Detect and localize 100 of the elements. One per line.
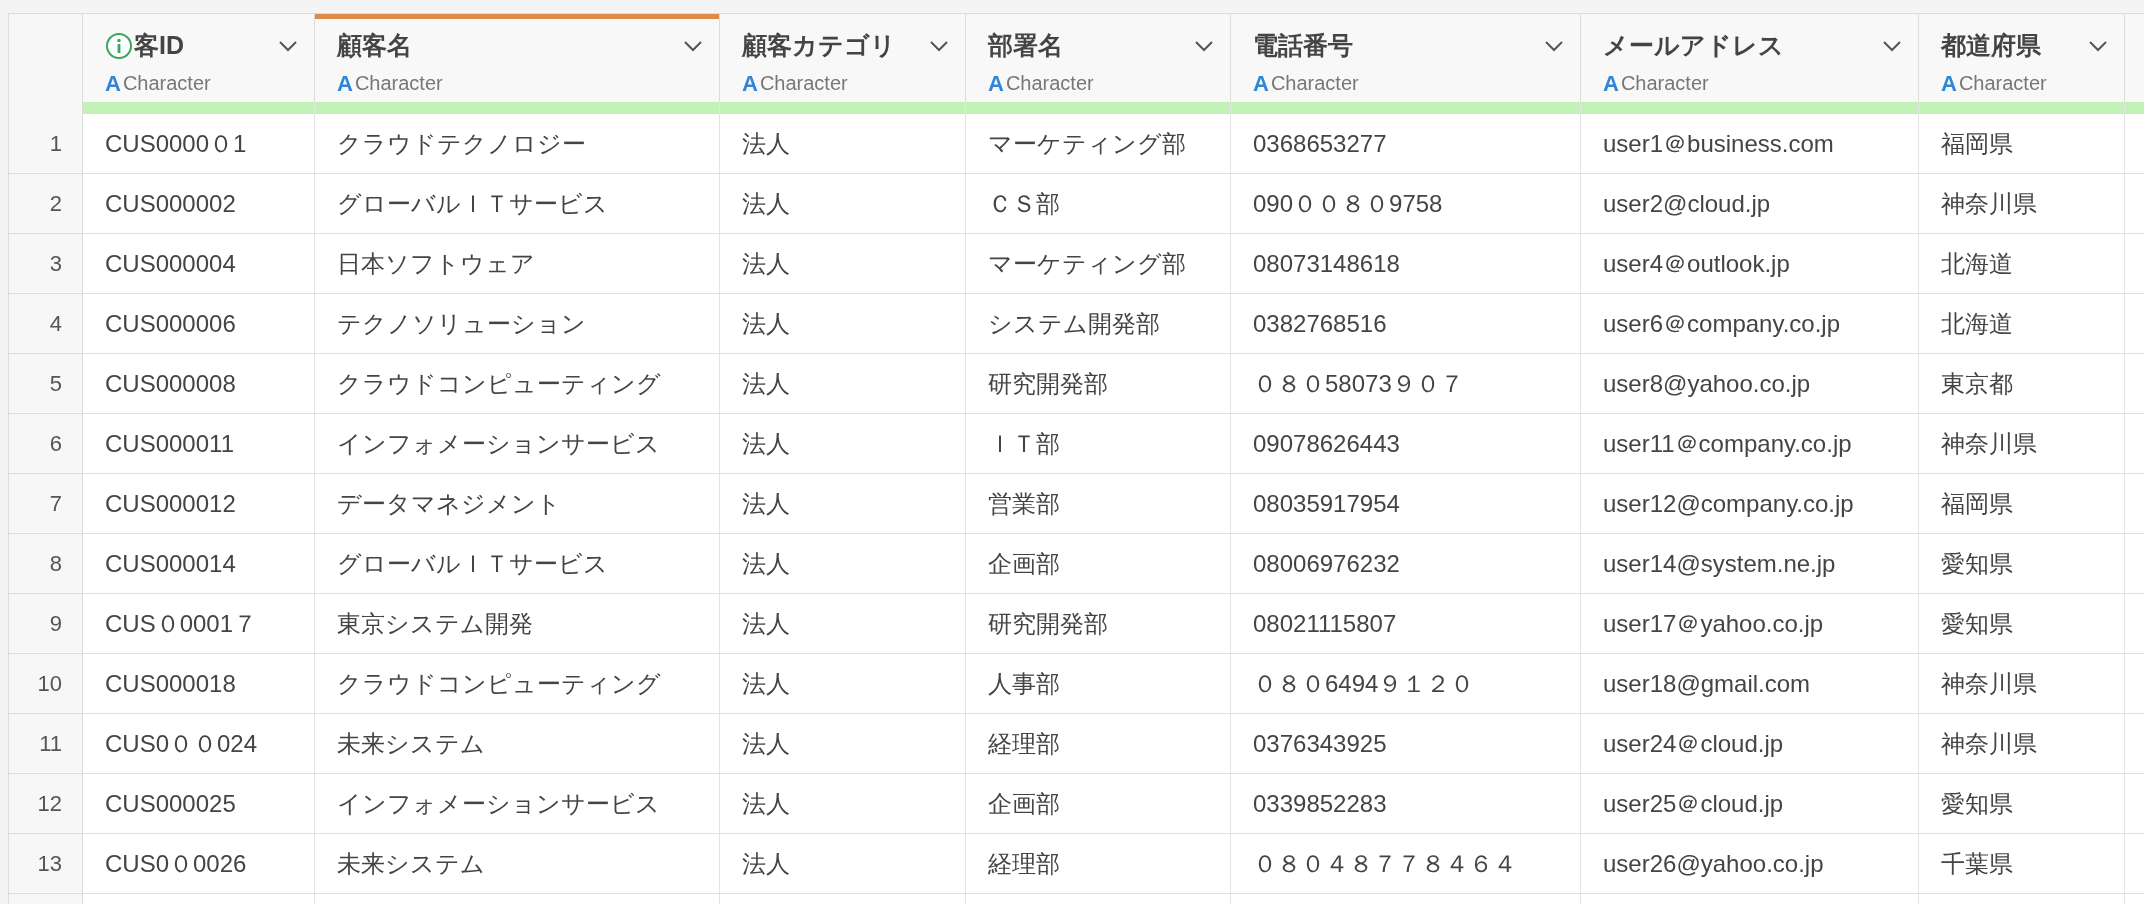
column-type: Character — [1620, 71, 1709, 96]
table-cell: 経理部 — [966, 834, 1231, 893]
column-header[interactable]: 部署名 ACharacter — [966, 14, 1231, 102]
table-cell: 研究開発部 — [966, 354, 1231, 413]
table-cell: 法人 — [720, 654, 966, 713]
table-cell: 08021115807 — [1231, 594, 1581, 653]
table-cell: 福岡県 — [1919, 474, 2125, 533]
row-number: 7 — [9, 474, 83, 533]
row-number: 6 — [9, 414, 83, 473]
table-cell: 08073148618 — [1231, 234, 1581, 293]
type-icon: A — [337, 66, 353, 100]
table-cell: 法人 — [720, 114, 966, 173]
column-title: 顧客カテゴリ — [742, 30, 896, 61]
column-type: Character — [1958, 71, 2047, 96]
table-cell: 愛知県 — [1919, 774, 2125, 833]
table-cell: user6＠company.co.jp — [1581, 294, 1919, 353]
table-cell: データマネジメント — [315, 474, 720, 533]
table-cell: 法人 — [720, 294, 966, 353]
table-cell: CUS0０0026 — [83, 834, 315, 893]
table-cell: ＩＴ部 — [966, 414, 1231, 473]
type-icon: A — [105, 66, 121, 100]
table-cell: 企画部 — [966, 774, 1231, 833]
table-cell: user14@system.ne.jp — [1581, 534, 1919, 593]
table-cell: CUS000012 — [83, 474, 315, 533]
table-cell: マーケティング部 — [966, 114, 1231, 173]
table-cell: クラウドコンピューティング — [315, 654, 720, 713]
table-cell: user18@gmail.com — [1581, 654, 1919, 713]
column-title: 顧客名 — [337, 30, 412, 61]
table-cell: ０８０6494９１２０ — [1231, 654, 1581, 713]
table-cell: テクノソリューション — [315, 294, 720, 353]
table-cell: 未来システム — [315, 714, 720, 773]
type-icon: A — [1941, 66, 1957, 100]
table-cell: user24＠cloud.jp — [1581, 714, 1919, 773]
row-number: 8 — [9, 534, 83, 593]
table-cell: user1＠business.com — [1581, 114, 1919, 173]
column-header[interactable]: 都道府県 ACharacter — [1919, 14, 2125, 102]
column-title: 都道府県 — [1941, 30, 2041, 61]
table-cell: 営業部 — [966, 474, 1231, 533]
table-cell: 法人 — [720, 714, 966, 773]
table-cell: CUS000025 — [83, 774, 315, 833]
column-header[interactable]: 電話番号 ACharacter — [1231, 14, 1581, 102]
row-number: 1 — [9, 114, 83, 173]
table-cell: CUS000014 — [83, 534, 315, 593]
table-cell: CUS０0001７ — [83, 594, 315, 653]
table-cell: ０８０58073９０７ — [1231, 354, 1581, 413]
table-cell: インフォメーションサービス — [315, 414, 720, 473]
row-number: 4 — [9, 294, 83, 353]
table-cell: CUS0000０1 — [83, 114, 315, 173]
table-cell: user26@yahoo.co.jp — [1581, 834, 1919, 893]
table-cell: user17＠yahoo.co.jp — [1581, 594, 1919, 653]
table-cell: user8@yahoo.co.jp — [1581, 354, 1919, 413]
table-cell: CUS000008 — [83, 354, 315, 413]
table-cell: システム開発部 — [966, 294, 1231, 353]
table-cell: 08006976232 — [1231, 534, 1581, 593]
column-type: Character — [122, 71, 211, 96]
table-cell: CUS000018 — [83, 654, 315, 713]
table-cell: 0382768516 — [1231, 294, 1581, 353]
table-cell: 日本ソフトウェア — [315, 234, 720, 293]
type-icon: A — [1603, 66, 1619, 100]
table-cell: CUS000002 — [83, 174, 315, 233]
row-number: 10 — [9, 654, 83, 713]
column-header[interactable]: 客ID ACharacter — [83, 14, 315, 102]
table-cell: 法人 — [720, 234, 966, 293]
table-cell: 人事部 — [966, 654, 1231, 713]
row-number: 12 — [9, 774, 83, 833]
table-cell: CUS000006 — [83, 294, 315, 353]
column-title: 部署名 — [988, 30, 1063, 61]
table-cell: 神奈川県 — [1919, 174, 2125, 233]
row-number: 9 — [9, 594, 83, 653]
row-number: 13 — [9, 834, 83, 893]
column-header[interactable]: 顧客名 ACharacter — [315, 14, 720, 102]
table-cell: グローバルＩＴサービス — [315, 174, 720, 233]
table-cell: ＣＳ部 — [966, 174, 1231, 233]
table-cell: マーケティング部 — [966, 234, 1231, 293]
table-cell: 法人 — [720, 594, 966, 653]
table-cell: 経理部 — [966, 714, 1231, 773]
column-type: Character — [1270, 71, 1359, 96]
table-cell: 法人 — [720, 354, 966, 413]
table-cell: 研究開発部 — [966, 594, 1231, 653]
table-cell: 法人 — [720, 774, 966, 833]
table-cell: 未来システム — [315, 834, 720, 893]
table-cell: 法人 — [720, 534, 966, 593]
table-cell: 千葉県 — [1919, 834, 2125, 893]
table-cell: 神奈川県 — [1919, 714, 2125, 773]
row-number: 2 — [9, 174, 83, 233]
row-number: 3 — [9, 234, 83, 293]
type-icon: A — [1253, 66, 1269, 100]
table-cell: 法人 — [720, 414, 966, 473]
table-cell: user12@company.co.jp — [1581, 474, 1919, 533]
type-icon: A — [988, 66, 1004, 100]
table-cell: 090００８０9758 — [1231, 174, 1581, 233]
column-title: 電話番号 — [1253, 30, 1353, 61]
table-cell: user25＠cloud.jp — [1581, 774, 1919, 833]
column-header[interactable]: 顧客カテゴリ ACharacter — [720, 14, 966, 102]
table-cell: CUS000011 — [83, 414, 315, 473]
table-cell: 0368653277 — [1231, 114, 1581, 173]
table-cell: 東京都 — [1919, 354, 2125, 413]
column-header[interactable]: メールアドレス ACharacter — [1581, 14, 1919, 102]
table-cell: 法人 — [720, 834, 966, 893]
row-number: 5 — [9, 354, 83, 413]
